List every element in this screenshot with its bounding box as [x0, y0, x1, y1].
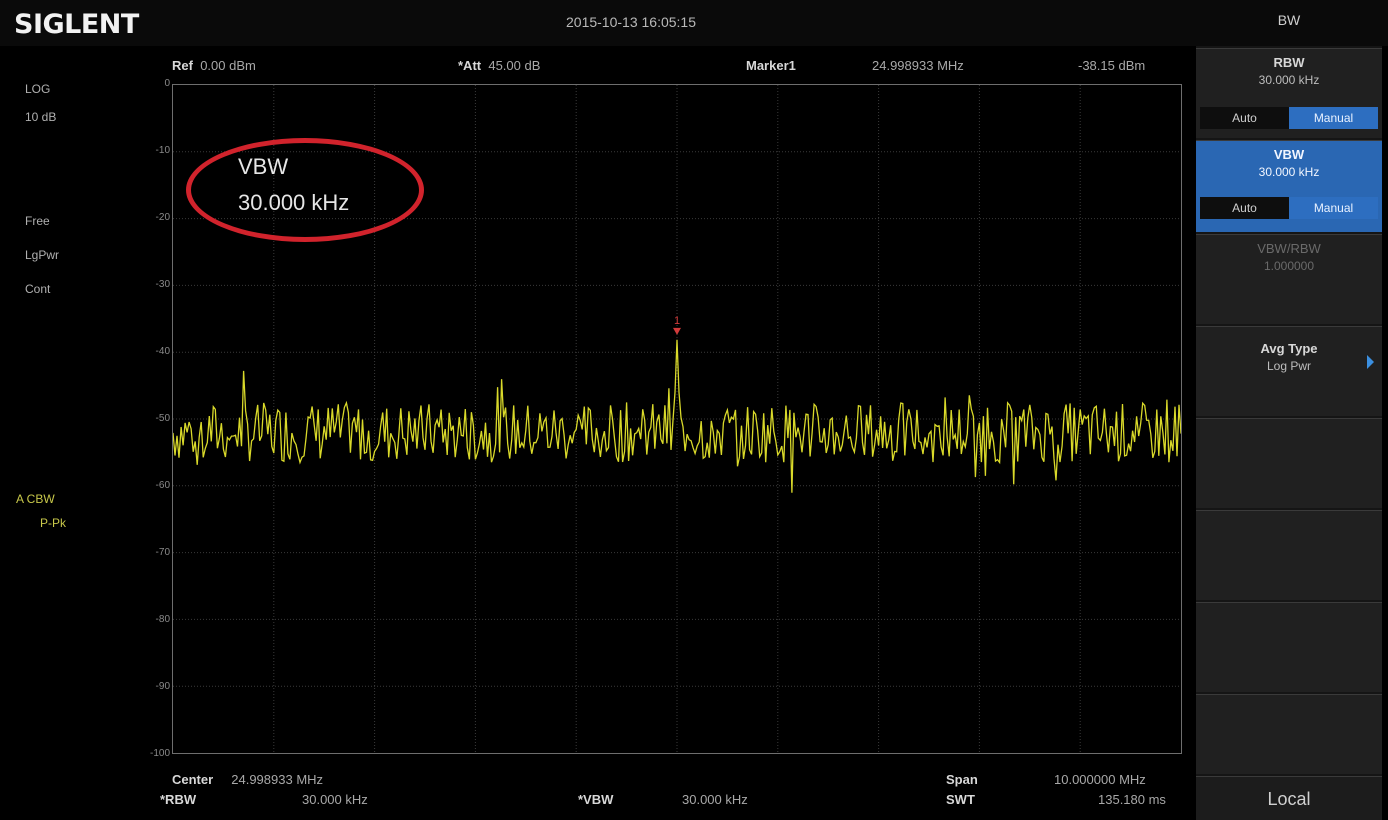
submenu-arrow-icon — [1367, 355, 1374, 369]
softkey-empty-6[interactable] — [1196, 510, 1382, 600]
softkey-empty-5[interactable] — [1196, 418, 1382, 508]
att-label: *Att — [458, 58, 482, 73]
span-value: 10.000000 MHz — [1054, 772, 1146, 787]
avg-status: LgPwr — [25, 248, 60, 262]
marker-1: 1 — [673, 315, 681, 335]
marker-label: Marker1 — [746, 58, 796, 73]
attenuation-readout[interactable]: *Att 45.00 dB — [458, 58, 540, 73]
brand-logo: SIGLENT — [14, 9, 139, 40]
marker-1-tag: 1 — [674, 315, 680, 327]
marker-level: -38.15 dBm — [1078, 58, 1146, 73]
y-tick-label: -30 — [155, 279, 170, 290]
softkey-panel: RBW 30.000 kHz Auto Manual VBW 30.000 kH… — [1196, 46, 1382, 820]
softkey-empty-8[interactable] — [1196, 694, 1382, 774]
y-tick-label: -80 — [155, 614, 170, 625]
center-freq-readout[interactable]: Center 24.998933 MHz — [172, 772, 323, 787]
ref-level-readout[interactable]: Ref 0.00 dBm — [172, 58, 256, 73]
scale-div: 10 dB — [25, 110, 57, 124]
y-tick-label: -40 — [155, 346, 170, 357]
ref-label: Ref — [172, 58, 193, 73]
ratio-key-value: 1.000000 — [1263, 259, 1315, 273]
rbw-auto-option[interactable]: Auto — [1200, 107, 1289, 129]
vbw-popup-value[interactable]: 30.000 kHz — [238, 190, 349, 216]
rbw-readout[interactable]: *RBW — [160, 792, 196, 807]
span-readout[interactable]: Span — [946, 772, 978, 787]
y-tick-label: -100 — [149, 748, 170, 759]
y-tick-label: 0 — [164, 78, 170, 89]
rbw-value: 30.000 kHz — [302, 792, 368, 807]
trace-a-mode: P-Pk — [40, 516, 67, 530]
center-label: Center — [172, 772, 214, 787]
avg-type-title: Avg Type — [1260, 341, 1318, 356]
softkey-empty-7[interactable] — [1196, 602, 1382, 692]
softkey-vbw-rbw-ratio[interactable]: VBW/RBW 1.000000 — [1196, 234, 1382, 324]
swt-label: SWT — [946, 792, 975, 807]
vbw-manual-option[interactable]: Manual — [1289, 197, 1378, 219]
y-tick-label: -90 — [155, 681, 170, 692]
datetime-readout: 2015-10-13 16:05:15 — [566, 14, 696, 30]
vbw-key-title: VBW — [1273, 147, 1305, 162]
sweep-status: Cont — [25, 282, 51, 296]
vbw-label: *VBW — [578, 792, 614, 807]
ratio-key-title: VBW/RBW — [1257, 241, 1321, 256]
center-value: 24.998933 MHz — [231, 772, 324, 787]
att-value: 45.00 dB — [488, 58, 541, 73]
rbw-auto-manual-toggle[interactable]: Auto Manual — [1200, 107, 1378, 129]
span-label: Span — [946, 772, 978, 787]
local-button[interactable]: Local — [1196, 776, 1382, 820]
y-tick-label: -10 — [155, 145, 170, 156]
y-tick-label: -50 — [155, 413, 170, 424]
swt-value: 135.180 ms — [1098, 792, 1166, 807]
marker-1-arrow — [673, 327, 681, 335]
rbw-manual-option[interactable]: Manual — [1289, 107, 1378, 129]
y-tick-label: -20 — [155, 212, 170, 223]
menu-title: BW — [1277, 12, 1301, 28]
top-bar: SIGLENT 2015-10-13 16:05:15 BW — [0, 0, 1388, 46]
swt-readout[interactable]: SWT — [946, 792, 975, 807]
rbw-label: *RBW — [160, 792, 197, 807]
vbw-auto-option[interactable]: Auto — [1200, 197, 1289, 219]
vbw-popup-label: VBW — [238, 154, 289, 179]
softkey-vbw[interactable]: VBW 30.000 kHz Auto Manual — [1196, 140, 1382, 232]
rbw-key-value: 30.000 kHz — [1258, 73, 1320, 87]
scale-type: LOG — [25, 82, 51, 96]
vbw-auto-manual-toggle[interactable]: Auto Manual — [1200, 197, 1378, 219]
ref-value: 0.00 dBm — [200, 58, 256, 73]
detector-status: Free — [25, 214, 50, 228]
softkey-rbw[interactable]: RBW 30.000 kHz Auto Manual — [1196, 48, 1382, 138]
softkey-avg-type[interactable]: Avg Type Log Pwr — [1196, 326, 1382, 416]
avg-type-value: Log Pwr — [1266, 359, 1312, 373]
y-tick-label: -60 — [155, 480, 170, 491]
marker-frequency: 24.998933 MHz — [872, 58, 964, 73]
vbw-value: 30.000 kHz — [682, 792, 748, 807]
trace-a-label[interactable]: A CBW — [16, 492, 55, 506]
y-tick-label: -70 — [155, 547, 170, 558]
vbw-key-value: 30.000 kHz — [1258, 165, 1320, 179]
rbw-key-title: RBW — [1273, 55, 1305, 70]
vbw-readout[interactable]: *VBW — [578, 792, 613, 807]
